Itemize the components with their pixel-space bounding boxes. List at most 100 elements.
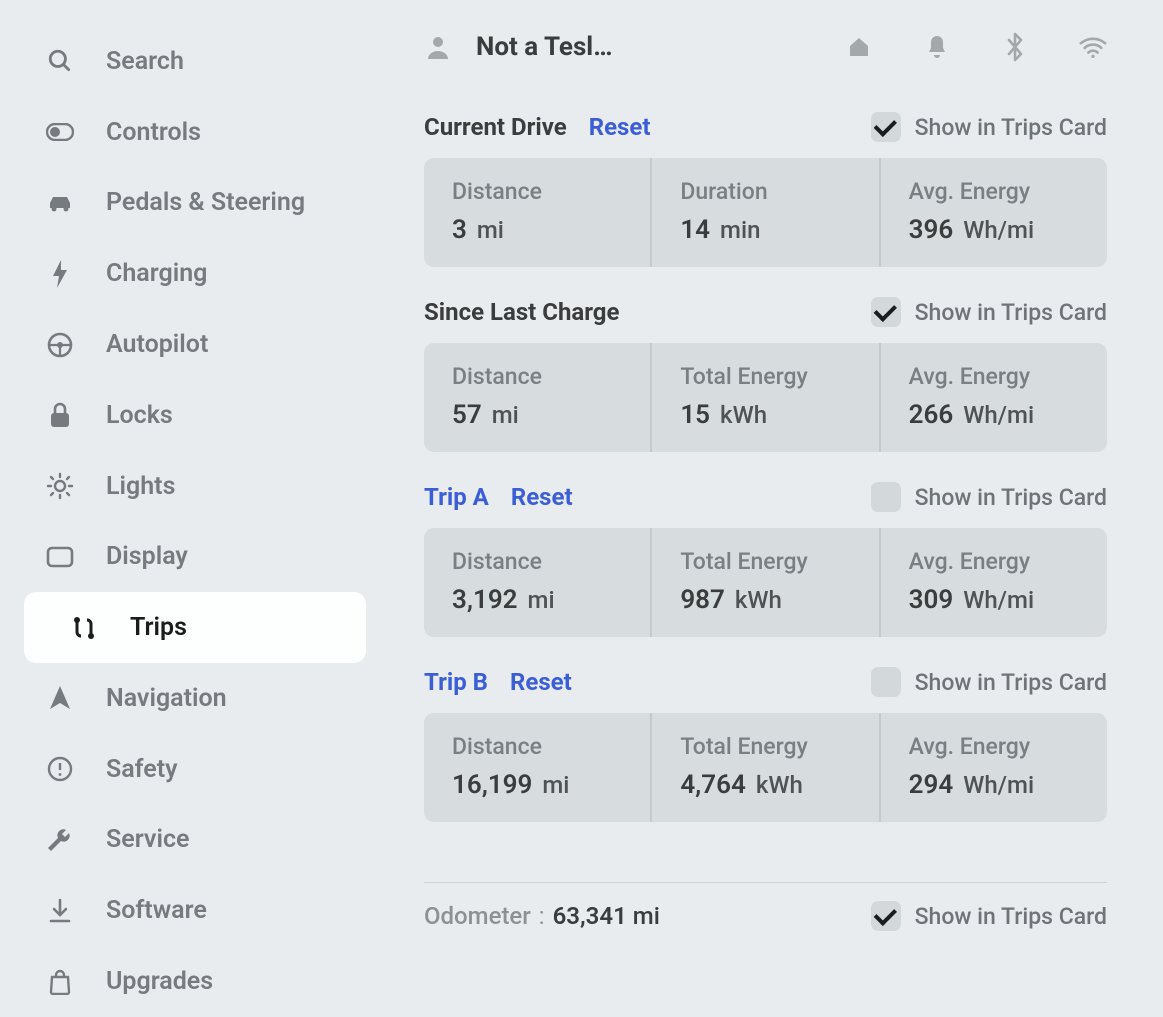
sidebar-item-safety[interactable]: Safety <box>0 734 390 805</box>
stat-card: Distance 57 mi <box>424 343 652 452</box>
stat-unit: Wh/mi <box>963 586 1034 614</box>
sidebar-item-label: Service <box>106 825 189 854</box>
stat-card: Duration 14 min <box>652 158 880 267</box>
main-content: Not a Tesl… Current Drive <box>390 0 1163 1017</box>
stat-unit: mi <box>528 586 555 614</box>
bell-icon[interactable] <box>923 33 951 61</box>
trips-icon <box>70 614 98 642</box>
show-in-trips-checkbox[interactable] <box>871 112 901 142</box>
sidebar-item-label: Charging <box>106 259 207 288</box>
stat-cards: Distance 57 mi Total Energy 15 kWh Avg. … <box>424 343 1107 452</box>
stat-cards: Distance 3 mi Duration 14 min Avg. Energ… <box>424 158 1107 267</box>
odometer-label: Odometer <box>424 902 531 930</box>
stat-value: 3,192 <box>452 585 518 615</box>
divider <box>424 882 1107 883</box>
section-title-link[interactable]: Trip A <box>424 483 489 511</box>
stat-value: 57 <box>452 400 482 430</box>
stat-card: Distance 3 mi <box>424 158 652 267</box>
sidebar-item-label: Software <box>106 896 207 925</box>
sidebar-item-label: Navigation <box>106 684 227 713</box>
profile-button[interactable]: Not a Tesl… <box>424 32 612 62</box>
steering-wheel-icon <box>46 331 74 359</box>
sidebar-item-lights[interactable]: Lights <box>0 451 390 522</box>
sidebar-item-label: Controls <box>106 118 201 147</box>
sidebar-item-pedals-steering[interactable]: Pedals & Steering <box>0 168 390 239</box>
sidebar-item-autopilot[interactable]: Autopilot <box>0 309 390 380</box>
sidebar-item-charging[interactable]: Charging <box>0 238 390 309</box>
stat-unit: kWh <box>720 401 767 429</box>
stat-unit: Wh/mi <box>963 771 1034 799</box>
stat-card: Avg. Energy 294 Wh/mi <box>881 713 1107 822</box>
sidebar-item-controls[interactable]: Controls <box>0 97 390 168</box>
sidebar-item-service[interactable]: Service <box>0 805 390 876</box>
stat-label: Total Energy <box>680 733 850 760</box>
stat-unit: kWh <box>735 586 782 614</box>
show-in-trips-checkbox[interactable] <box>871 667 901 697</box>
light-icon <box>46 472 74 500</box>
bolt-icon <box>46 260 74 288</box>
stat-value: 987 <box>680 585 725 615</box>
navigation-icon <box>46 684 74 712</box>
stat-card: Distance 3,192 mi <box>424 528 652 637</box>
reset-button[interactable]: Reset <box>511 483 573 511</box>
stat-label: Distance <box>452 178 622 205</box>
stat-card: Avg. Energy 266 Wh/mi <box>881 343 1107 452</box>
stat-label: Avg. Energy <box>909 733 1079 760</box>
show-in-trips-checkbox[interactable] <box>871 297 901 327</box>
sidebar-item-label: Safety <box>106 755 178 784</box>
section-current-drive: Current Drive Reset Show in Trips Card D… <box>424 112 1107 267</box>
sidebar-item-navigation[interactable]: Navigation <box>0 663 390 734</box>
sidebar-item-label: Pedals & Steering <box>106 188 305 217</box>
sidebar-item-software[interactable]: Software <box>0 875 390 946</box>
warning-icon <box>46 755 74 783</box>
checkbox-label: Show in Trips Card <box>915 484 1107 511</box>
stat-card: Distance 16,199 mi <box>424 713 652 822</box>
sidebar-item-label: Lights <box>106 472 175 501</box>
toggle-icon <box>46 118 74 146</box>
stat-label: Total Energy <box>680 363 850 390</box>
wrench-icon <box>46 826 74 854</box>
sidebar-item-display[interactable]: Display <box>0 521 390 592</box>
stat-card: Total Energy 987 kWh <box>652 528 880 637</box>
stat-label: Duration <box>680 178 850 205</box>
section-trip-b: Trip B Reset Show in Trips Card Distance… <box>424 667 1107 822</box>
checkbox-label: Show in Trips Card <box>915 114 1107 141</box>
sidebar-item-label: Trips <box>130 613 187 642</box>
stat-unit: mi <box>492 401 519 429</box>
sidebar-item-upgrades[interactable]: Upgrades <box>0 946 390 1017</box>
reset-button[interactable]: Reset <box>589 113 651 141</box>
stat-label: Distance <box>452 548 622 575</box>
odometer-value: 63,341 <box>553 902 627 930</box>
bluetooth-icon[interactable] <box>1001 33 1029 61</box>
wifi-icon[interactable] <box>1079 33 1107 61</box>
stat-label: Distance <box>452 733 622 760</box>
sidebar-item-label: Display <box>106 542 188 571</box>
stat-unit: mi <box>542 771 569 799</box>
homelink-icon[interactable] <box>845 33 873 61</box>
sidebar-item-search[interactable]: Search <box>0 26 390 97</box>
stat-card: Total Energy 15 kWh <box>652 343 880 452</box>
stat-cards: Distance 16,199 mi Total Energy 4,764 kW… <box>424 713 1107 822</box>
stat-card: Avg. Energy 309 Wh/mi <box>881 528 1107 637</box>
show-in-trips-checkbox[interactable] <box>871 901 901 931</box>
show-in-trips-checkbox[interactable] <box>871 482 901 512</box>
stat-value: 3 <box>452 215 467 245</box>
stat-value: 396 <box>909 215 954 245</box>
stat-unit: min <box>720 216 760 244</box>
section-title-link[interactable]: Trip B <box>424 668 488 696</box>
stat-unit: Wh/mi <box>963 401 1034 429</box>
stat-card: Total Energy 4,764 kWh <box>652 713 880 822</box>
odometer-unit: mi <box>633 902 660 930</box>
stat-label: Avg. Energy <box>909 363 1079 390</box>
stat-value: 266 <box>909 400 954 430</box>
sidebar-item-trips[interactable]: Trips <box>24 592 366 663</box>
display-icon <box>46 543 74 571</box>
sidebar: Search Controls Pedals & Steering Chargi… <box>0 0 390 1017</box>
reset-button[interactable]: Reset <box>510 668 572 696</box>
section-title: Since Last Charge <box>424 298 619 326</box>
stat-label: Avg. Energy <box>909 178 1079 205</box>
sidebar-item-label: Search <box>106 47 184 76</box>
section-trip-a: Trip A Reset Show in Trips Card Distance… <box>424 482 1107 637</box>
sidebar-item-locks[interactable]: Locks <box>0 380 390 451</box>
stat-value: 15 <box>680 400 710 430</box>
